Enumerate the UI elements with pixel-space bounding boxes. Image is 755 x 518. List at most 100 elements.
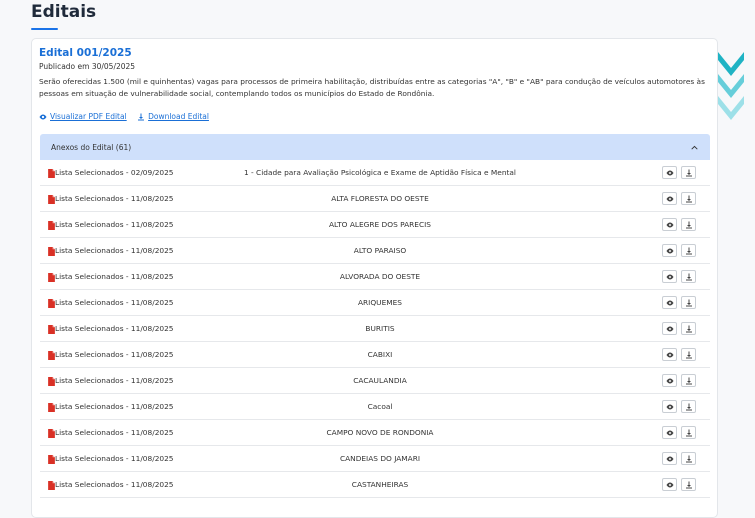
- view-button[interactable]: [662, 218, 677, 231]
- annex-row: Lista Selecionados - 11/08/2025 ARIQUEMES: [40, 290, 710, 316]
- view-button[interactable]: [662, 322, 677, 335]
- annex-row: Lista Selecionados - 11/08/2025 BURITIS: [40, 316, 710, 342]
- annex-name[interactable]: Lista Selecionados - 11/08/2025: [55, 480, 174, 489]
- download-button[interactable]: [681, 270, 696, 283]
- annex-name[interactable]: Lista Selecionados - 11/08/2025: [55, 220, 174, 229]
- download-button[interactable]: [681, 192, 696, 205]
- download-icon: [685, 273, 692, 280]
- annex-description: BURITIS: [365, 324, 395, 333]
- eye-icon: [666, 482, 673, 487]
- download-button[interactable]: [681, 322, 696, 335]
- download-button[interactable]: [681, 296, 696, 309]
- annex-description: CAMPO NOVO DE RONDONIA: [326, 428, 434, 437]
- download-button[interactable]: [681, 348, 696, 361]
- download-edital-link[interactable]: Download Edital: [137, 112, 209, 121]
- eye-icon: [39, 114, 47, 119]
- annex-row: Lista Selecionados - 11/08/2025 CAMPO NOV…: [40, 420, 710, 446]
- annex-name[interactable]: Lista Selecionados - 11/08/2025: [55, 350, 174, 359]
- download-button[interactable]: [681, 166, 696, 179]
- view-button[interactable]: [662, 244, 677, 257]
- annex-row: Lista Selecionados - 02/09/2025 1 - Cidad…: [40, 160, 710, 186]
- view-button[interactable]: [662, 452, 677, 465]
- annex-name[interactable]: Lista Selecionados - 11/08/2025: [55, 298, 174, 307]
- download-icon: [685, 403, 692, 410]
- view-button[interactable]: [662, 400, 677, 413]
- download-button[interactable]: [681, 244, 696, 257]
- pdf-file-icon: [48, 273, 55, 282]
- view-button[interactable]: [662, 166, 677, 179]
- download-icon: [685, 325, 692, 332]
- view-button[interactable]: [662, 478, 677, 491]
- annex-description: Cacoal: [367, 402, 393, 411]
- annex-description: CANDEIAS DO JAMARI: [339, 454, 421, 463]
- pdf-file-icon: [48, 351, 55, 360]
- annex-name[interactable]: Lista Selecionados - 11/08/2025: [55, 272, 174, 281]
- annex-description: ALTO PARAISO: [353, 246, 407, 255]
- pdf-file-icon: [48, 325, 55, 334]
- download-button[interactable]: [681, 400, 696, 413]
- view-button[interactable]: [662, 374, 677, 387]
- annexes-accordion-header[interactable]: Anexos do Edital (61): [40, 134, 710, 160]
- eye-icon: [666, 404, 673, 409]
- eye-icon: [666, 456, 673, 461]
- download-icon: [685, 221, 692, 228]
- download-button[interactable]: [681, 374, 696, 387]
- pdf-file-icon: [48, 403, 55, 412]
- download-icon: [685, 377, 692, 384]
- annex-name[interactable]: Lista Selecionados - 11/08/2025: [55, 428, 174, 437]
- annex-name[interactable]: Lista Selecionados - 02/09/2025: [55, 168, 174, 177]
- view-button[interactable]: [662, 296, 677, 309]
- chevron-down-decoration-icon: [718, 52, 744, 120]
- annex-name[interactable]: Lista Selecionados - 11/08/2025: [55, 376, 174, 385]
- download-icon: [685, 169, 692, 176]
- annex-name[interactable]: Lista Selecionados - 11/08/2025: [55, 194, 174, 203]
- annex-name[interactable]: Lista Selecionados - 11/08/2025: [55, 402, 174, 411]
- annex-name[interactable]: Lista Selecionados - 11/08/2025: [55, 454, 174, 463]
- view-button[interactable]: [662, 192, 677, 205]
- annexes-header-label: Anexos do Edital (61): [51, 142, 132, 152]
- download-button[interactable]: [681, 426, 696, 439]
- annex-description: ARIQUEMES: [357, 298, 402, 307]
- view-pdf-link[interactable]: Visualizar PDF Edital: [39, 112, 127, 121]
- annex-row: Lista Selecionados - 11/08/2025 ALVORADA …: [40, 264, 710, 290]
- annex-row: Lista Selecionados - 11/08/2025 ALTO PARA…: [40, 238, 710, 264]
- download-icon: [685, 455, 692, 462]
- eye-icon: [666, 378, 673, 383]
- edital-description: Serão oferecidas 1.500 (mil e quinhentas…: [39, 77, 705, 98]
- eye-icon: [666, 222, 673, 227]
- edital-card: Edital 001/2025 Publicado em 30/05/2025 …: [31, 38, 718, 518]
- download-icon: [685, 195, 692, 202]
- view-button[interactable]: [662, 426, 677, 439]
- chevron-up-icon: [691, 145, 698, 150]
- download-button[interactable]: [681, 452, 696, 465]
- eye-icon: [666, 352, 673, 357]
- eye-icon: [666, 196, 673, 201]
- edital-links: Visualizar PDF Edital Download Edital: [39, 112, 217, 123]
- eye-icon: [666, 430, 673, 435]
- title-underline: [31, 28, 58, 30]
- download-button[interactable]: [681, 478, 696, 491]
- download-button[interactable]: [681, 218, 696, 231]
- eye-icon: [666, 274, 673, 279]
- annex-row: Lista Selecionados - 11/08/2025 CACAULAND…: [40, 368, 710, 394]
- pdf-file-icon: [48, 455, 55, 464]
- eye-icon: [666, 248, 673, 253]
- annex-name[interactable]: Lista Selecionados - 11/08/2025: [55, 324, 174, 333]
- eye-icon: [666, 170, 673, 175]
- view-button[interactable]: [662, 270, 677, 283]
- annex-name[interactable]: Lista Selecionados - 11/08/2025: [55, 246, 174, 255]
- pdf-file-icon: [48, 221, 55, 230]
- annexes-list: Lista Selecionados - 02/09/2025 1 - Cidad…: [40, 160, 710, 498]
- download-icon: [685, 429, 692, 436]
- page-title: Editais: [31, 2, 97, 22]
- download-icon: [138, 113, 145, 120]
- view-button[interactable]: [662, 348, 677, 361]
- view-pdf-label: Visualizar PDF Edital: [50, 112, 127, 121]
- download-edital-label: Download Edital: [148, 112, 209, 121]
- pdf-file-icon: [48, 299, 55, 308]
- pdf-file-icon: [48, 429, 55, 438]
- annex-row: Lista Selecionados - 11/08/2025 ALTA FLOR…: [40, 186, 710, 212]
- pdf-file-icon: [48, 247, 55, 256]
- annex-description: CABIXI: [367, 350, 393, 359]
- annex-description: CASTANHEIRAS: [351, 480, 409, 489]
